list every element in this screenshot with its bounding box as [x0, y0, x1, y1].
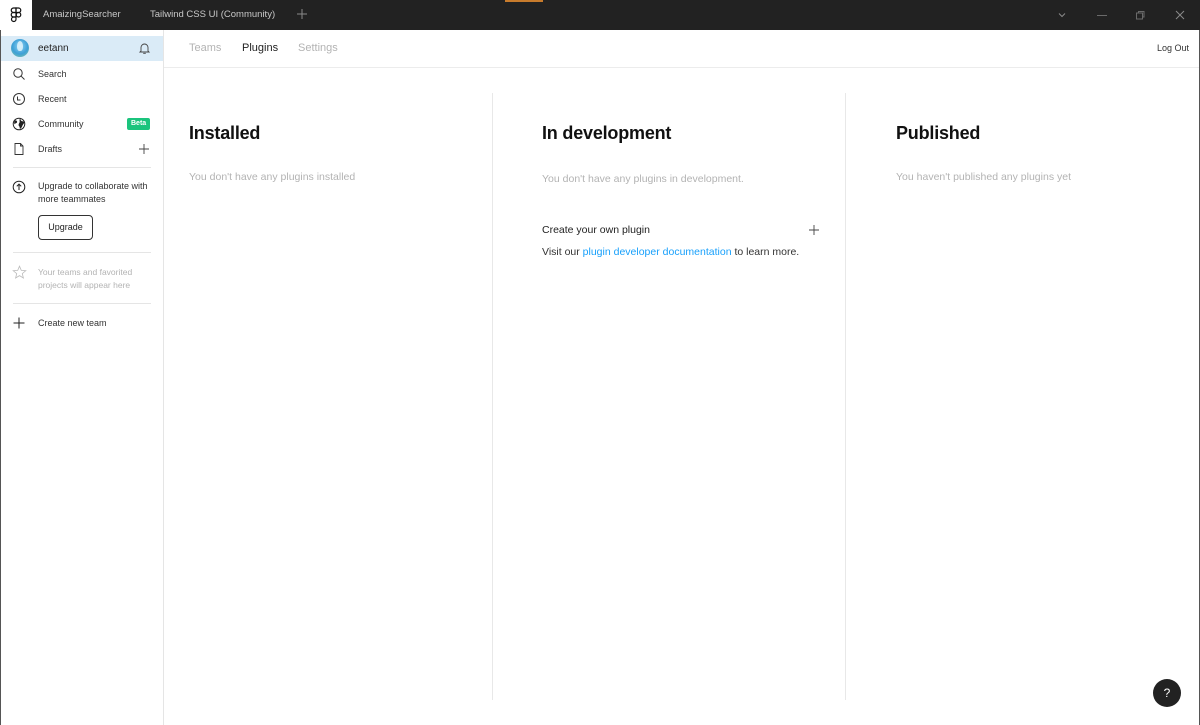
installed-title: Installed: [189, 123, 261, 143]
create-plugin-plus-icon[interactable]: [808, 224, 820, 236]
star-icon: [12, 265, 27, 279]
tab-settings[interactable]: Settings: [298, 30, 338, 66]
add-tab-icon[interactable]: [296, 8, 308, 20]
chevron-down-icon[interactable]: [1056, 9, 1068, 21]
upgrade-button[interactable]: Upgrade: [38, 215, 93, 240]
sidebar-item-label: Drafts: [38, 144, 63, 154]
sidebar-item-drafts[interactable]: Drafts: [1, 138, 163, 160]
top-header: Teams Plugins Settings Log Out: [164, 30, 1199, 68]
clock-icon: [13, 93, 25, 105]
in-development-title: In development: [542, 123, 672, 143]
favorites-empty-message: Your teams and favorited projects will a…: [38, 267, 133, 290]
avatar: [11, 39, 29, 57]
plus-icon: [13, 317, 25, 329]
create-new-team-button[interactable]: Create new team: [1, 312, 163, 334]
installed-column: Installed You don't have any plugins ins…: [164, 93, 492, 700]
restore-icon[interactable]: [1134, 9, 1146, 21]
search-icon: [13, 68, 25, 80]
title-bar: AmaizingSearcher Tailwind CSS UI (Commun…: [0, 0, 1200, 30]
help-button[interactable]: ?: [1153, 679, 1181, 707]
upgrade-arrow-up-icon: [12, 180, 26, 194]
beta-badge: Beta: [127, 118, 151, 130]
installed-empty-message: You don't have any plugins installed: [189, 171, 356, 183]
published-column: Published You haven't published any plug…: [845, 93, 1199, 700]
user-account-row[interactable]: eetann: [1, 36, 163, 61]
sidebar-divider: [13, 252, 151, 253]
create-plugin-description: Visit our plugin developer documentation…: [542, 243, 812, 262]
desc-after: to learn more.: [731, 246, 800, 258]
log-out-button[interactable]: Log Out: [1157, 30, 1189, 66]
sidebar-item-recent[interactable]: Recent: [1, 88, 163, 110]
upgrade-message: Upgrade to collaborate with more teammat…: [38, 181, 148, 204]
figma-home-tab[interactable]: [0, 0, 32, 30]
figma-logo-icon: [10, 7, 22, 23]
globe-icon: [12, 117, 26, 131]
sidebar-item-community[interactable]: Community Beta: [1, 113, 163, 135]
close-icon[interactable]: [1174, 9, 1186, 21]
create-plugin-title: Create your own plugin: [542, 224, 650, 236]
published-empty-message: You haven't published any plugins yet: [896, 171, 1071, 183]
tab-amaizingsearcher[interactable]: AmaizingSearcher: [43, 0, 121, 30]
bell-icon[interactable]: [138, 42, 151, 55]
tab-accent-indicator: [505, 0, 543, 2]
in-development-empty-message: You don't have any plugins in developmen…: [542, 173, 744, 185]
sidebar-item-label: Community: [38, 119, 84, 129]
minimize-icon[interactable]: [1096, 9, 1108, 21]
sidebar-item-search[interactable]: Search: [1, 63, 163, 85]
user-name: eetann: [38, 43, 69, 54]
published-title: Published: [896, 123, 981, 143]
create-plugin-section: Create your own plugin Visit our plugin …: [542, 222, 822, 262]
plugin-docs-link[interactable]: plugin developer documentation: [583, 246, 732, 258]
sidebar-divider: [13, 167, 151, 168]
new-draft-plus-icon[interactable]: [138, 143, 150, 155]
tab-teams[interactable]: Teams: [189, 30, 221, 66]
create-team-label: Create new team: [38, 318, 107, 328]
file-icon: [14, 143, 24, 155]
desc-before: Visit our: [542, 246, 583, 258]
sidebar-divider: [13, 303, 151, 304]
sidebar-item-label: Recent: [38, 94, 67, 104]
in-development-column: In development You don't have any plugin…: [492, 93, 845, 700]
sidebar: eetann Search Recent Community Beta Draf…: [1, 30, 164, 725]
sidebar-item-label: Search: [38, 69, 67, 79]
tab-tailwind-css-ui[interactable]: Tailwind CSS UI (Community): [150, 0, 275, 30]
tab-plugins[interactable]: Plugins: [242, 30, 278, 66]
